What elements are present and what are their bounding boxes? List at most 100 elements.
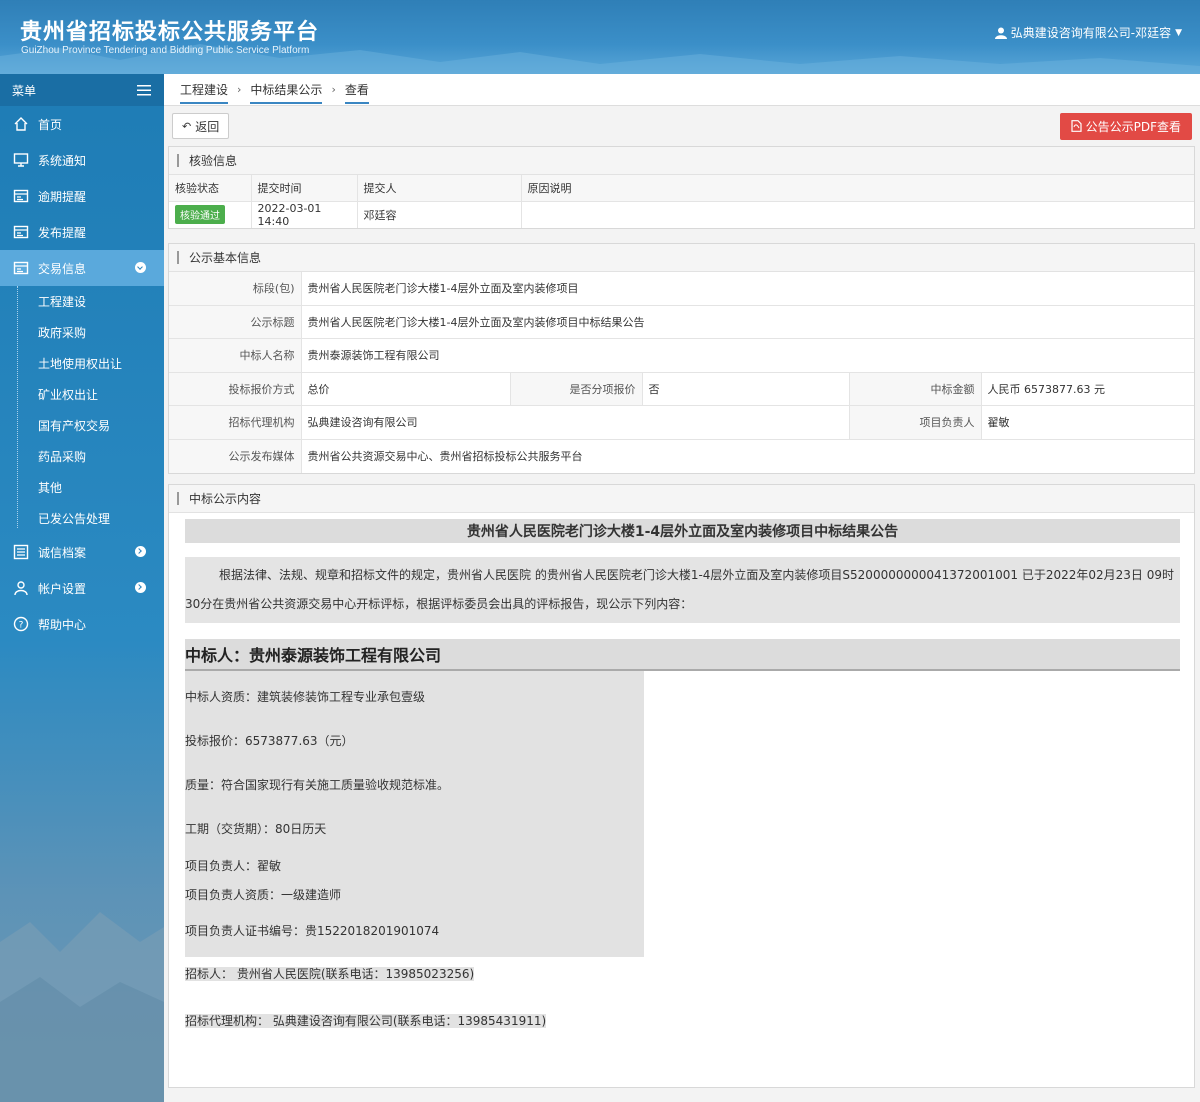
verify-submitter-cell: 邓廷容 bbox=[357, 201, 522, 228]
sidebar-item-account-settings[interactable]: 帐户设置 bbox=[0, 570, 164, 606]
table-row: 公示发布媒体 贵州省公共资源交易中心、贵州省招标投标公共服务平台 bbox=[169, 439, 1194, 473]
sidebar-item-label: 帮助中心 bbox=[38, 617, 87, 632]
table-row: 公示标题 贵州省人民医院老门诊大楼1-4层外立面及室内装修项目中标结果公告 bbox=[169, 305, 1194, 339]
back-button[interactable]: ↶ 返回 bbox=[172, 113, 230, 139]
notice-title-value: 贵州省人民医院老门诊大楼1-4层外立面及室内装修项目中标结果公告 bbox=[301, 305, 1194, 339]
menu-label: 菜单 bbox=[12, 83, 37, 98]
notice-content: 贵州省人民医院老门诊大楼1-4层外立面及室内装修项目中标结果公告 根据法律、法规… bbox=[169, 513, 1194, 1069]
winner-qualification: 中标人资质：建筑装修装饰工程专业承包壹级 bbox=[185, 690, 426, 704]
agency-value: 弘典建设咨询有限公司 bbox=[301, 405, 850, 440]
user-menu[interactable]: 弘典建设咨询有限公司-邓廷容 ▼ bbox=[994, 24, 1182, 41]
breadcrumb-separator-icon: › bbox=[331, 83, 336, 96]
caret-down-icon: ▼ bbox=[1175, 27, 1182, 38]
sidebar-subitem-gov-procurement[interactable]: 政府采购 bbox=[0, 317, 164, 348]
bid-method-label: 投标报价方式 bbox=[169, 372, 302, 406]
user-icon bbox=[12, 579, 30, 597]
winner-value: 贵州泰源装饰工程有限公司 bbox=[301, 338, 1194, 373]
sidebar-item-label: 交易信息 bbox=[38, 261, 87, 276]
calendar-icon bbox=[12, 259, 30, 277]
notice-document-title: 贵州省人民医院老门诊大楼1-4层外立面及室内装修项目中标结果公告 bbox=[185, 518, 1180, 543]
view-pdf-button[interactable]: 公告公示PDF查看 bbox=[1059, 112, 1192, 140]
tenderer-text: 招标人： 贵州省人民医院(联系电话：13985023256) bbox=[185, 966, 475, 981]
sidebar-subitem-drug-procurement[interactable]: 药品采购 bbox=[0, 441, 164, 472]
sidebar-item-label: 系统通知 bbox=[38, 153, 87, 168]
verify-col-reason: 原因说明 bbox=[521, 175, 1194, 202]
sidebar-subitem-published-notices[interactable]: 已发公告处理 bbox=[0, 503, 164, 534]
sidebar-item-help[interactable]: ? 帮助中心 bbox=[0, 606, 164, 642]
chevron-down-icon bbox=[135, 262, 146, 273]
sidebar-subitem-state-assets[interactable]: 国有产权交易 bbox=[0, 410, 164, 441]
sidebar-item-label: 诚信档案 bbox=[38, 545, 87, 560]
back-arrow-icon: ↶ bbox=[182, 119, 192, 133]
duration: 工期（交货期）：80日历天 bbox=[185, 822, 327, 836]
verify-col-time: 提交时间 bbox=[251, 175, 358, 202]
verify-col-status: 核验状态 bbox=[169, 175, 252, 202]
top-header: 贵州省招标投标公共服务平台 GuiZhou Province Tendering… bbox=[0, 0, 1200, 74]
sidebar-item-notifications[interactable]: 系统通知 bbox=[0, 142, 164, 178]
help-icon: ? bbox=[12, 615, 30, 633]
section-label: 标段(包) bbox=[169, 271, 302, 306]
verify-col-submitter: 提交人 bbox=[357, 175, 522, 202]
pm-value: 翟敏 bbox=[981, 405, 1194, 440]
winner-heading: 中标人：贵州泰源装饰工程有限公司 bbox=[185, 638, 1180, 671]
verify-status-cell: 核验通过 bbox=[169, 201, 252, 228]
tenderer-line: 招标人： 贵州省人民医院(联系电话：13985023256) bbox=[185, 965, 1180, 982]
calendar-icon bbox=[12, 223, 30, 241]
chevron-right-icon bbox=[135, 582, 146, 593]
mountain-background bbox=[0, 912, 164, 1102]
basic-info-panel-title: 公示基本信息 bbox=[169, 243, 1194, 272]
table-row: 招标代理机构 弘典建设咨询有限公司 项目负责人 翟敏 bbox=[169, 405, 1194, 440]
table-row: 中标人名称 贵州泰源装饰工程有限公司 bbox=[169, 338, 1194, 373]
hamburger-icon[interactable] bbox=[137, 84, 151, 96]
status-badge: 核验通过 bbox=[175, 205, 225, 224]
sidebar-item-label: 发布提醒 bbox=[38, 225, 87, 240]
pdf-icon bbox=[1071, 120, 1082, 132]
sidebar-item-transactions[interactable]: 交易信息 bbox=[0, 250, 164, 286]
winner-label: 中标人名称 bbox=[169, 338, 302, 373]
main-area: 工程建设 › 中标结果公示 › 查看 ↶ 返回 公告公示PDF查看 核验信息 核… bbox=[164, 74, 1200, 1102]
toolbar: ↶ 返回 公告公示PDF查看 bbox=[164, 106, 1200, 146]
notice-paragraph: 根据法律、法规、规章和招标文件的规定，贵州省人民医院 的贵州省人民医院老门诊大楼… bbox=[185, 556, 1180, 623]
agency-text: 招标代理机构： 弘典建设咨询有限公司(联系电话：13985431911) bbox=[185, 1013, 547, 1028]
breadcrumb-item[interactable]: 中标结果公示 bbox=[250, 81, 323, 104]
media-value: 贵州省公共资源交易中心、贵州省招标投标公共服务平台 bbox=[307, 450, 583, 463]
breadcrumb: 工程建设 › 中标结果公示 › 查看 bbox=[164, 74, 1200, 106]
agency-line: 招标代理机构： 弘典建设咨询有限公司(联系电话：13985431911) bbox=[185, 1012, 1180, 1029]
verify-panel-title: 核验信息 bbox=[169, 147, 1194, 175]
table-row: 核验通过 2022-03-01 14:40 邓廷容 bbox=[169, 201, 1194, 228]
sidebar-subitem-land-use[interactable]: 土地使用权出让 bbox=[0, 348, 164, 379]
list-icon bbox=[12, 543, 30, 561]
verify-time-cell: 2022-03-01 14:40 bbox=[251, 201, 358, 228]
sidebar-item-label: 帐户设置 bbox=[38, 581, 87, 596]
sidebar-item-publish-reminder[interactable]: 发布提醒 bbox=[0, 214, 164, 250]
platform-title: 贵州省招标投标公共服务平台 bbox=[20, 20, 320, 45]
sidebar-subitem-construction[interactable]: 工程建设 bbox=[0, 286, 164, 317]
svg-text:?: ? bbox=[19, 621, 24, 631]
sidebar-item-home[interactable]: 首页 bbox=[0, 106, 164, 142]
pm-qualification: 项目负责人资质：一级建造师 bbox=[185, 887, 342, 902]
calendar-icon bbox=[12, 187, 30, 205]
back-button-label: 返回 bbox=[195, 119, 220, 134]
sidebar-item-credit-archive[interactable]: 诚信档案 bbox=[0, 534, 164, 570]
pm-certificate: 项目负责人证书编号：贵1522018201901074 bbox=[185, 924, 440, 938]
home-icon bbox=[12, 115, 30, 133]
verify-reason-cell bbox=[521, 201, 1194, 228]
bid-method-value: 总价 bbox=[301, 372, 511, 406]
sidebar-subitem-other[interactable]: 其他 bbox=[0, 472, 164, 503]
breadcrumb-item[interactable]: 工程建设 bbox=[180, 81, 229, 104]
sidebar-item-overdue[interactable]: 逾期提醒 bbox=[0, 178, 164, 214]
transactions-submenu: 工程建设 政府采购 土地使用权出让 矿业权出让 国有产权交易 药品采购 其他 已… bbox=[0, 286, 164, 534]
platform-subtitle: GuiZhou Province Tendering and Bidding P… bbox=[21, 45, 310, 56]
notice-content-panel-title: 中标公示内容 bbox=[169, 484, 1194, 513]
agency-label: 招标代理机构 bbox=[169, 405, 302, 440]
winner-details: 中标人资质：建筑装修装饰工程专业承包壹级 投标报价：6573877.63（元） … bbox=[185, 670, 644, 957]
sidebar-item-label: 逾期提醒 bbox=[38, 189, 87, 204]
monitor-icon bbox=[12, 151, 30, 169]
item-quote-label: 是否分项报价 bbox=[510, 372, 643, 406]
breadcrumb-item[interactable]: 查看 bbox=[344, 81, 369, 104]
breadcrumb-separator-icon: › bbox=[237, 83, 242, 96]
project-manager: 项目负责人：翟敏 bbox=[185, 858, 282, 873]
sidebar-subitem-mining[interactable]: 矿业权出让 bbox=[0, 379, 164, 410]
amount-value: 人民币 6573877.63 元 bbox=[981, 372, 1194, 406]
notice-content-panel: 中标公示内容 贵州省人民医院老门诊大楼1-4层外立面及室内装修项目中标结果公告 … bbox=[168, 483, 1195, 1088]
